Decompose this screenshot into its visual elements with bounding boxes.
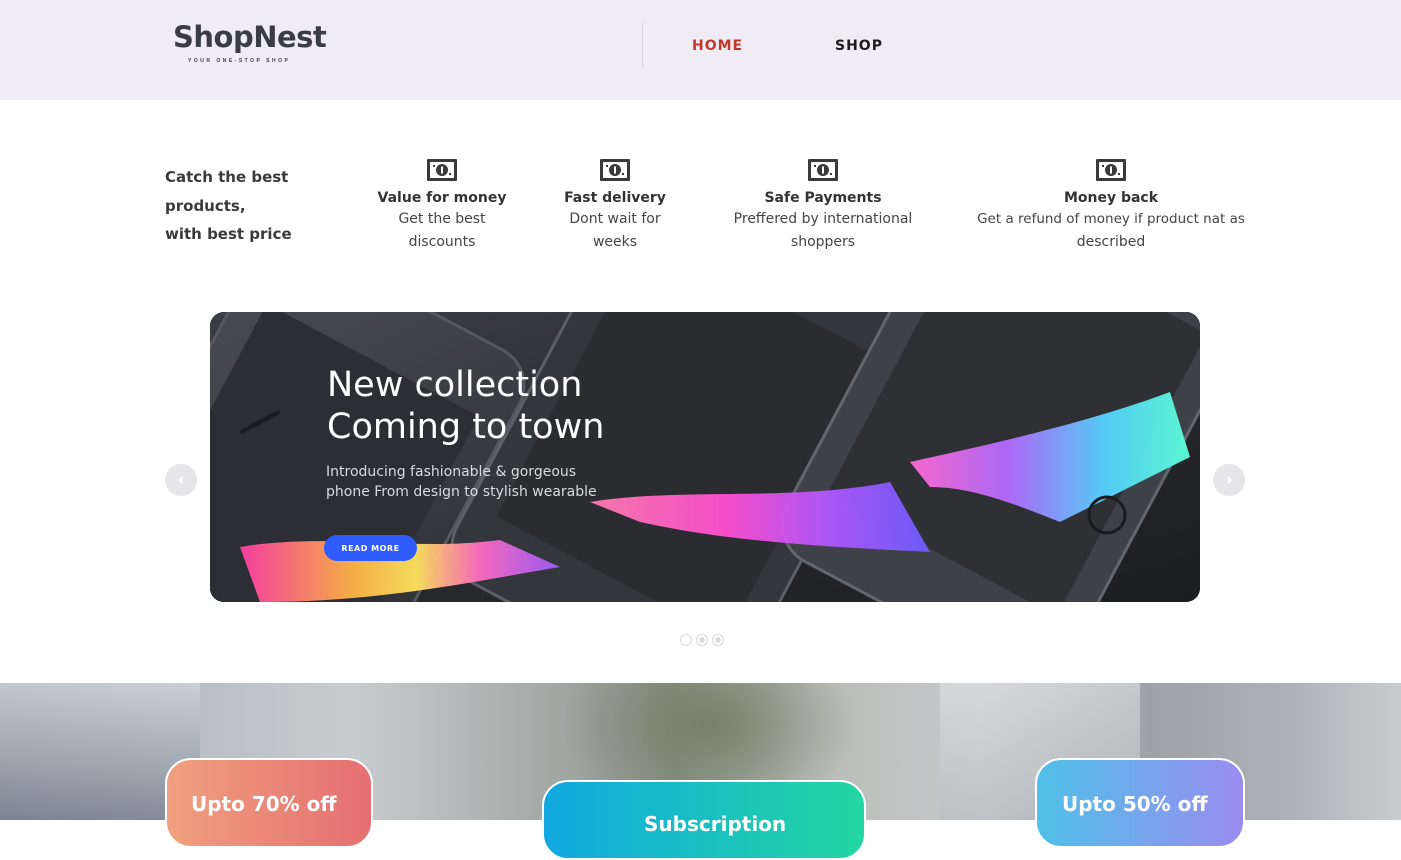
site-header: ShopNest YOUR ONE-STOP SHOP HOME SHOP bbox=[0, 0, 1401, 100]
nav-home-link[interactable]: HOME bbox=[692, 38, 743, 54]
feature-value-for-money: Value for money Get the best discounts bbox=[372, 158, 512, 254]
money-bill-icon bbox=[808, 159, 838, 181]
promo-card-70-off[interactable]: Upto 70% off bbox=[165, 758, 373, 848]
feature-desc: discounts bbox=[408, 234, 476, 250]
slider-next-button[interactable]: › bbox=[1213, 464, 1245, 496]
slide-heading-line: New collection bbox=[327, 365, 583, 405]
slider-prev-button[interactable]: ‹ bbox=[165, 464, 197, 496]
feature-desc: described bbox=[1076, 234, 1146, 250]
chevron-left-icon: ‹ bbox=[177, 470, 185, 490]
tagline-line: with best price bbox=[165, 225, 292, 243]
promo-label: Upto 70% off bbox=[191, 792, 337, 816]
logo-text: ShopNest bbox=[173, 20, 327, 54]
feature-safe-payments: Safe Payments Preffered by international… bbox=[723, 158, 923, 254]
feature-desc: Get the best bbox=[398, 211, 486, 227]
feature-fast-delivery: Fast delivery Dont wait for weeks bbox=[555, 158, 675, 254]
feature-money-back: Money back Get a refund of money if prod… bbox=[966, 158, 1256, 254]
money-bill-icon bbox=[1096, 159, 1126, 181]
promo-card-50-off[interactable]: Upto 50% off bbox=[1035, 758, 1245, 848]
intro-tagline: Catch the best products, with best price bbox=[165, 163, 325, 249]
feature-desc: weeks bbox=[592, 234, 638, 250]
slide-description: Introducing fashionable & gorgeous phone… bbox=[326, 462, 626, 502]
tagline-line: products, bbox=[165, 196, 246, 215]
logo-tagline: YOUR ONE-STOP SHOP bbox=[188, 58, 291, 64]
feature-title: Money back bbox=[1063, 190, 1159, 206]
nav-shop-link[interactable]: SHOP bbox=[835, 38, 883, 54]
feature-desc: shoppers bbox=[790, 234, 856, 250]
feature-title: Value for money bbox=[377, 190, 507, 206]
slider-dots bbox=[680, 634, 724, 646]
chevron-right-icon: › bbox=[1225, 470, 1233, 490]
slider-dot[interactable] bbox=[696, 634, 708, 646]
slide-heading: New collection Coming to town bbox=[327, 364, 604, 448]
feature-title: Safe Payments bbox=[764, 190, 882, 206]
hero-slider: New collection Coming to town Introducin… bbox=[210, 312, 1200, 602]
promo-label: Upto 50% off bbox=[1062, 792, 1208, 816]
feature-title: Fast delivery bbox=[564, 190, 666, 206]
feature-desc: Preffered by international bbox=[733, 211, 913, 227]
feature-desc: Dont wait for bbox=[569, 211, 661, 227]
money-bill-icon bbox=[600, 159, 630, 181]
slide-desc-line: phone From design to stylish wearable bbox=[326, 484, 597, 500]
tagline-line: Catch the best bbox=[165, 168, 289, 186]
slide-heading-line: Coming to town bbox=[327, 407, 605, 447]
logo[interactable]: ShopNest YOUR ONE-STOP SHOP bbox=[173, 20, 327, 64]
money-bill-icon bbox=[427, 159, 457, 181]
slide-desc-line: Introducing fashionable & gorgeous bbox=[326, 464, 577, 480]
promo-label: Subscription bbox=[644, 812, 787, 836]
promo-card-subscription[interactable]: Subscription bbox=[542, 780, 866, 860]
read-more-button[interactable]: READ MORE bbox=[324, 535, 417, 561]
nav-divider bbox=[642, 22, 643, 68]
slider-dot[interactable] bbox=[712, 634, 724, 646]
slider-dot[interactable] bbox=[680, 634, 692, 646]
feature-desc: Get a refund of money if product nat as bbox=[977, 211, 1245, 227]
